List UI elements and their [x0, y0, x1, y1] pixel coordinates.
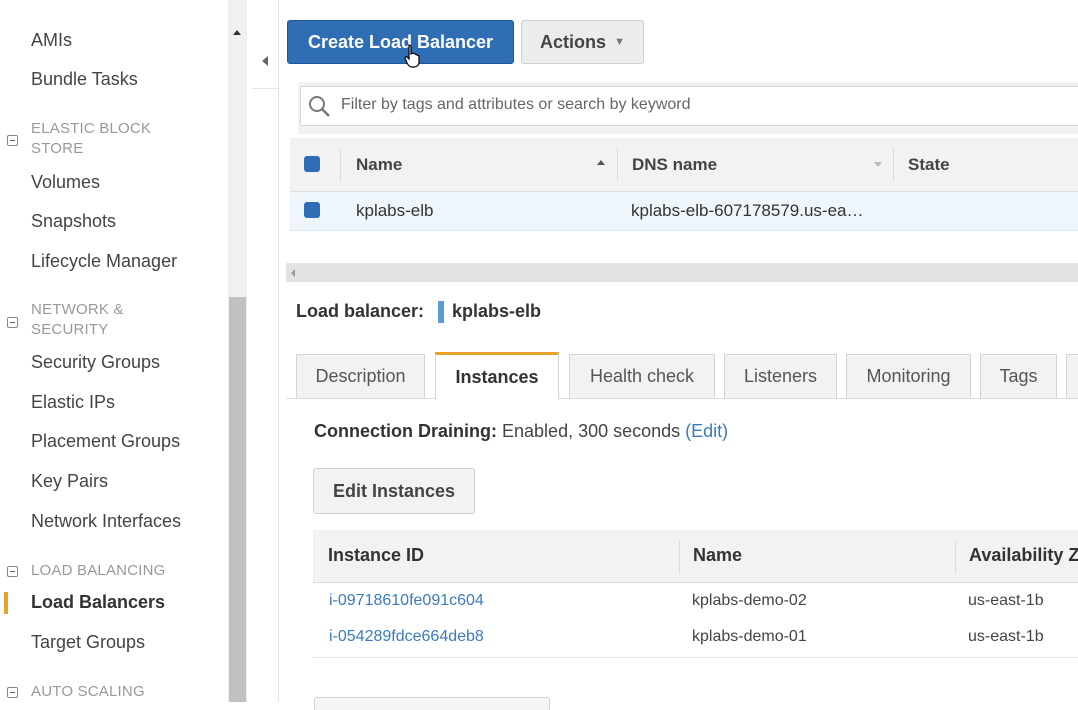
instance-id-link[interactable]: i-054289fdce664deb8 — [329, 628, 484, 646]
sidebar-item-elastic-ips[interactable]: Elastic IPs — [31, 392, 115, 413]
collapse-icon[interactable] — [7, 687, 18, 698]
sidebar-item-load-balancers[interactable]: Load Balancers — [31, 592, 165, 613]
row-checkbox[interactable] — [304, 202, 320, 218]
actions-label: Actions — [540, 31, 607, 52]
connection-draining-label: Connection Draining: — [314, 421, 497, 441]
sidebar-item-network-interfaces[interactable]: Network Interfaces — [31, 511, 181, 532]
sidebar-item-bundle-tasks[interactable]: Bundle Tasks — [31, 69, 138, 90]
sidebar-item-lifecycle-manager[interactable]: Lifecycle Manager — [31, 251, 177, 272]
column-header-instance-name[interactable]: Name — [693, 545, 742, 566]
sidebar-divider — [248, 0, 279, 702]
tabs-divider — [286, 398, 1078, 399]
active-indicator — [4, 592, 8, 614]
tab-monitoring[interactable]: Monitoring — [846, 354, 971, 398]
column-separator — [893, 148, 894, 181]
mouse-cursor-icon — [404, 44, 420, 68]
sidebar-item-key-pairs[interactable]: Key Pairs — [31, 471, 108, 492]
section-label: STORE — [31, 140, 84, 157]
tab-description[interactable]: Description — [296, 354, 425, 398]
instance-name: kplabs-demo-02 — [692, 592, 807, 609]
sidebar-item-security-groups[interactable]: Security Groups — [31, 352, 160, 373]
connection-draining: Connection Draining: Enabled, 300 second… — [314, 421, 728, 442]
chevron-down-icon: ▼ — [614, 36, 625, 48]
tab-health-check[interactable]: Health check — [569, 354, 715, 398]
tab-more[interactable] — [1066, 354, 1078, 398]
collapse-icon[interactable] — [7, 135, 18, 146]
column-header-state[interactable]: State — [908, 155, 950, 175]
section-load-balancing[interactable]: LOAD BALANCING — [31, 561, 166, 581]
section-label: ELASTIC BLOCK — [31, 120, 152, 137]
column-header-name[interactable]: Name — [356, 155, 402, 175]
edit-instances-label: Edit Instances — [332, 480, 456, 501]
scroll-left-icon[interactable] — [291, 269, 295, 277]
column-separator — [679, 540, 680, 574]
column-header-availability-zone[interactable]: Availability Z — [969, 545, 1078, 566]
row-dns-name: kplabs-elb-607178579.us-ea… — [631, 201, 864, 220]
sort-asc-icon[interactable] — [597, 160, 605, 165]
select-all-checkbox[interactable] — [304, 156, 320, 172]
edit-instances-button[interactable]: Edit Instances — [313, 468, 475, 514]
section-elastic-block-store[interactable]: ELASTIC BLOCK STORE — [31, 119, 151, 159]
section-auto-scaling[interactable]: AUTO SCALING — [31, 682, 145, 702]
sidebar-item-snapshots[interactable]: Snapshots — [31, 211, 116, 232]
section-network-security[interactable]: NETWORK & SECURITY — [31, 300, 124, 340]
instance-az: us-east-1b — [968, 628, 1044, 645]
collapse-left-icon[interactable] — [262, 56, 268, 66]
connection-draining-value: Enabled, 300 seconds — [502, 421, 681, 441]
column-separator — [617, 148, 618, 181]
sidebar-item-target-groups[interactable]: Target Groups — [31, 632, 145, 653]
create-load-balancer-button[interactable]: Create Load Balancer — [287, 20, 514, 64]
details-load-balancer-name: kplabs-elb — [452, 301, 542, 321]
column-separator — [340, 148, 341, 181]
search-placeholder: Filter by tags and attributes or search … — [341, 96, 691, 113]
instance-az: us-east-1b — [968, 592, 1044, 609]
collapse-icon[interactable] — [7, 566, 18, 577]
column-separator — [955, 540, 956, 574]
horizontal-scrollbar[interactable] — [286, 263, 1078, 282]
tab-listeners[interactable]: Listeners — [724, 354, 837, 398]
instance-id-link[interactable]: i-09718610fe091c604 — [329, 592, 484, 610]
column-header-dns-name[interactable]: DNS name — [632, 155, 717, 175]
details-label: Load balancer: — [296, 301, 425, 321]
partial-button[interactable] — [314, 697, 550, 710]
selection-marker — [438, 301, 444, 323]
sidebar-item-amis[interactable]: AMIs — [31, 30, 72, 51]
section-label: SECURITY — [31, 321, 109, 338]
sidebar: AMIs Bundle Tasks ELASTIC BLOCK STORE Vo… — [0, 0, 230, 702]
sidebar-item-volumes[interactable]: Volumes — [31, 172, 100, 193]
sidebar-scrollbar-thumb[interactable] — [229, 297, 246, 702]
tab-tags[interactable]: Tags — [980, 354, 1057, 398]
column-header-instance-id[interactable]: Instance ID — [328, 545, 424, 566]
actions-dropdown-button[interactable]: Actions ▼ — [521, 20, 644, 64]
create-load-balancer-label: Create Load Balancer — [307, 31, 494, 52]
connection-draining-edit-link[interactable]: (Edit) — [685, 421, 728, 441]
scroll-up-icon[interactable] — [233, 30, 241, 35]
sidebar-item-placement-groups[interactable]: Placement Groups — [31, 431, 180, 452]
section-label: NETWORK & — [31, 301, 124, 318]
collapse-icon[interactable] — [7, 317, 18, 328]
row-name: kplabs-elb — [356, 201, 434, 220]
tab-instances[interactable]: Instances — [435, 352, 559, 400]
sort-desc-icon[interactable] — [874, 162, 882, 167]
instance-name: kplabs-demo-01 — [692, 628, 807, 645]
search-icon — [309, 96, 330, 117]
